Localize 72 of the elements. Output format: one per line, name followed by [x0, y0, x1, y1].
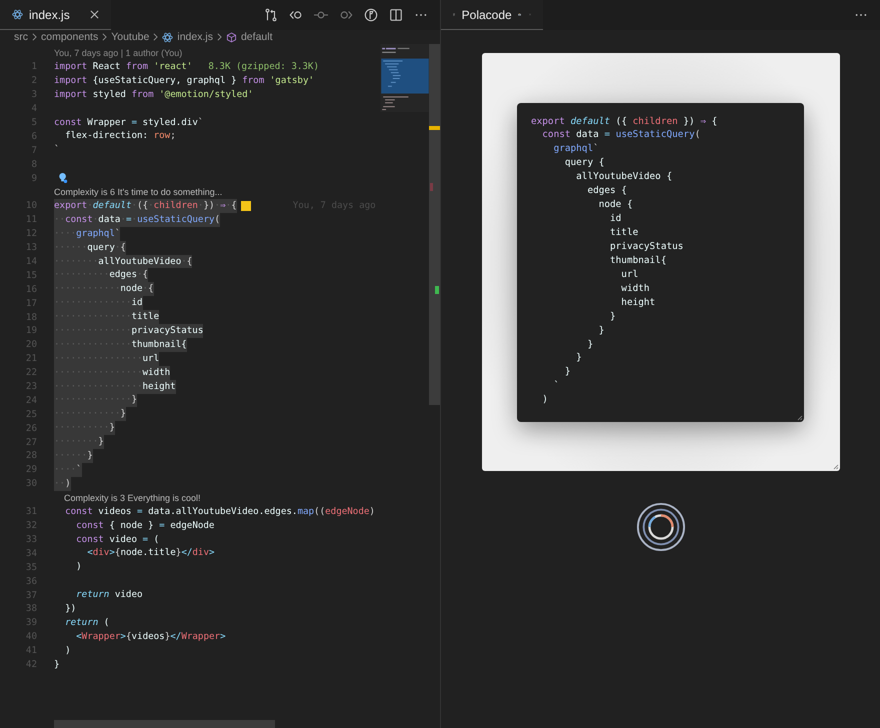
- code-line: return (: [64, 616, 110, 630]
- editor-tab[interactable]: index.js: [0, 0, 111, 30]
- circle-marker-icon[interactable]: [364, 8, 378, 22]
- tab-label: index.js: [29, 8, 70, 22]
- code-line: const videos = data.allYoutubeVideo.edges.map((edgeNode): [64, 504, 375, 519]
- snippet-line: thumbnail{: [609, 254, 666, 268]
- codelens-text[interactable]: Complexity is 3 Everything is cool!: [64, 492, 201, 503]
- scrollbar-thumb[interactable]: [429, 44, 440, 405]
- snippet-line: allYoutubeVideo {: [575, 170, 672, 184]
- chevron-icon: [153, 33, 158, 41]
- snippet-line: height: [620, 296, 656, 310]
- snippet-line: }: [575, 351, 582, 366]
- snippet-line: }: [609, 310, 616, 324]
- breadcrumb[interactable]: src: [14, 31, 28, 43]
- horizontal-scrollbar[interactable]: [54, 720, 275, 728]
- snippet-line: ): [541, 393, 548, 408]
- snippet-line: `: [552, 379, 560, 394]
- code-line: import {useStaticQuery, graphql } from 'gatsby': [54, 74, 314, 88]
- code-line: `: [54, 143, 60, 158]
- snippet-line: }: [564, 365, 571, 380]
- shutter-button[interactable]: [636, 502, 686, 552]
- react-file-icon: [162, 32, 174, 42]
- blame-header[interactable]: You, 7 days ago | 1 author (You): [54, 46, 182, 60]
- split-editor-icon[interactable]: [389, 8, 403, 22]
- chevron-icon: [102, 33, 108, 41]
- change-marker: [429, 126, 440, 130]
- snippet-line: }: [598, 324, 604, 338]
- resize-grip-icon[interactable]: [832, 464, 838, 470]
- lightbulb-icon[interactable]: [58, 172, 68, 184]
- warning-square-icon: [240, 200, 251, 211]
- breadcrumb[interactable]: index.js: [177, 31, 213, 43]
- import-size-annotation: 8.3K (gzipped: 3.3K): [208, 61, 319, 72]
- close-icon[interactable]: [90, 10, 99, 19]
- snippet-line: privacyStatus: [609, 240, 684, 254]
- code-line: const Wrapper = styled.div`: [54, 116, 204, 130]
- code-line: }: [54, 658, 60, 672]
- code-line: const video = (: [75, 532, 160, 546]
- code-line: }): [64, 602, 76, 616]
- snippet-line: id: [609, 212, 622, 226]
- code-line: <div>{node.title}</div>: [86, 546, 215, 560]
- snippet-line: node {: [598, 198, 633, 212]
- polacode-tab[interactable]: Polacode: [441, 0, 543, 30]
- snippet-line: }: [586, 338, 594, 352]
- code-line: return video: [75, 588, 143, 602]
- code-line: import React from 'react': [54, 60, 192, 74]
- code-line: ): [64, 644, 71, 658]
- code-line: ): [75, 560, 82, 574]
- snippet-line: width: [620, 282, 650, 296]
- breadcrumb[interactable]: Youtube: [111, 31, 150, 43]
- snippet-line: url: [620, 268, 638, 282]
- snippet-line: export default ({ children }) ⇒ {: [531, 114, 718, 128]
- chevron-icon: [216, 33, 222, 41]
- react-file-icon: [12, 9, 23, 20]
- resize-grip-icon[interactable]: [797, 414, 803, 420]
- snippet-line: query {: [564, 156, 604, 170]
- code-line: <Wrapper>{videos}</Wrapper>: [75, 630, 226, 644]
- snippet-line: title: [609, 226, 638, 240]
- code-line: const { node } = edgeNode: [75, 518, 214, 533]
- change-marker: [430, 183, 433, 191]
- change-marker: [435, 286, 439, 294]
- code-line: import styled from '@emotion/styled': [54, 88, 254, 102]
- breadcrumb[interactable]: default: [240, 31, 272, 43]
- snippet-line: edges {: [586, 184, 627, 198]
- git-compare-icon[interactable]: [264, 8, 278, 22]
- snippet-line: const data = useStaticQuery(: [541, 128, 700, 142]
- snippet-line: graphql`: [552, 142, 599, 156]
- cube-icon: [226, 32, 237, 42]
- codelens-text[interactable]: Complexity is 6 It's time to do something...: [54, 187, 222, 198]
- breadcrumb[interactable]: components: [41, 31, 98, 43]
- code-line: flex-direction: row;: [64, 129, 176, 144]
- chevron-icon: [32, 33, 37, 41]
- tab-label: Polacode: [462, 8, 512, 22]
